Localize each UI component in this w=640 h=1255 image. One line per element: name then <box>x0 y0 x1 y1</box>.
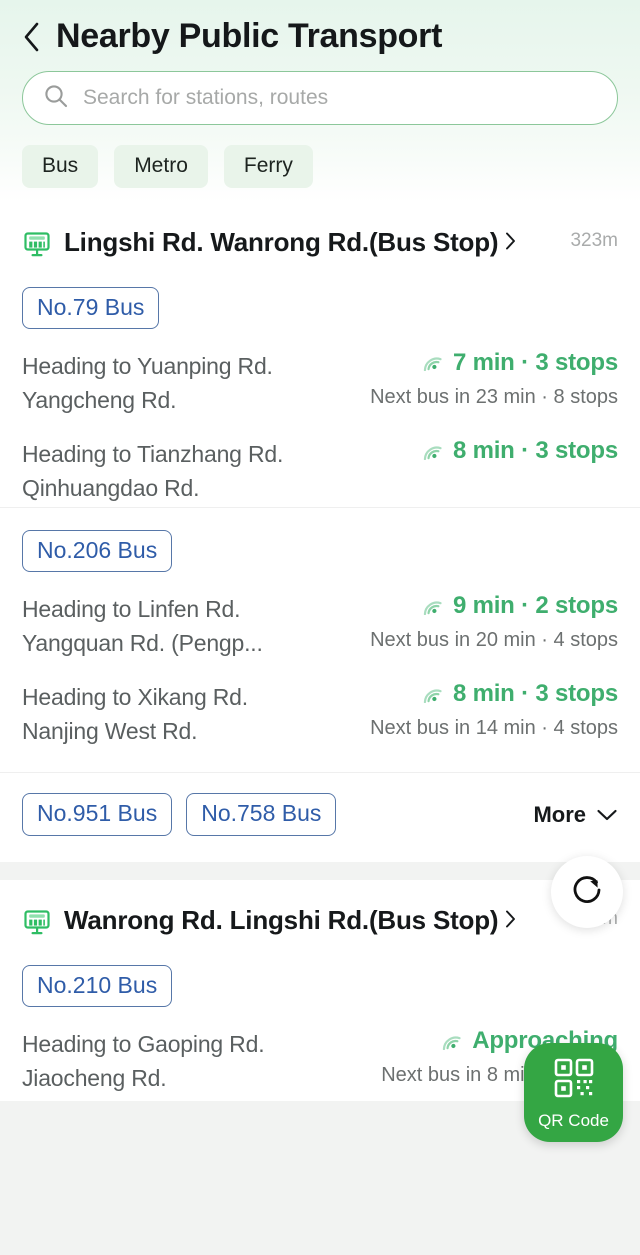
eta-text: 7 min · 3 stops <box>452 348 618 376</box>
bus-stop-icon <box>22 908 52 943</box>
title-bar: Nearby Public Transport <box>0 0 640 65</box>
chevron-down-icon <box>596 802 618 828</box>
route-badge[interactable]: No.210 Bus <box>22 964 173 1008</box>
direction-destination: Heading to Gaoping Rd. Jiaocheng Rd. <box>22 1031 265 1092</box>
page-header: Nearby Public Transport Bus Metro Ferry <box>0 0 640 202</box>
direction-row[interactable]: Heading to Yuanping Rd. Yangcheng Rd. 7 … <box>0 329 640 417</box>
signal-arc-icon <box>421 593 445 620</box>
station-header[interactable]: Lingshi Rd. Wanrong Rd.(Bus Stop) 323m <box>0 202 640 265</box>
chevron-right-icon <box>504 902 517 939</box>
eta-line: 8 min · 3 stops <box>337 437 618 465</box>
station-name-text: Wanrong Rd. Lingshi Rd.(Bus Stop) <box>64 904 499 935</box>
bus-stop-icon <box>22 230 52 265</box>
station-header[interactable]: Wanrong Rd. Lingshi Rd.(Bus Stop) 329m <box>0 880 640 943</box>
filter-chips: Bus Metro Ferry <box>0 125 640 188</box>
direction-destination: Heading to Linfen Rd. Yangquan Rd. (Peng… <box>22 596 263 657</box>
eta-text: 9 min · 2 stops <box>452 592 618 620</box>
search-input[interactable] <box>83 86 597 111</box>
eta-text: 8 min · 3 stops <box>452 437 618 464</box>
search-icon <box>43 83 69 114</box>
qr-code-button[interactable]: QR Code <box>524 1043 623 1142</box>
chevron-right-icon <box>504 224 517 261</box>
page-title: Nearby Public Transport <box>56 17 443 55</box>
direction-destination: Heading to Xikang Rd. Nanjing West Rd. <box>22 684 248 745</box>
station-footer: No.951 Bus No.758 Bus More <box>0 772 640 857</box>
direction-timing: 8 min · 3 stops <box>337 437 618 471</box>
filter-chip-metro[interactable]: Metro <box>114 145 208 188</box>
eta-line: 9 min · 2 stops <box>337 592 618 620</box>
route-badge[interactable]: No.758 Bus <box>186 793 337 836</box>
signal-arc-icon <box>421 438 445 465</box>
direction-destination: Heading to Tianzhang Rd. Qinhuangdao Rd. <box>22 441 284 502</box>
direction-timing: 7 min · 3 stops Next bus in 23 min · 8 s… <box>337 349 618 412</box>
eta-text: 8 min · 3 stops <box>452 680 618 708</box>
direction-row[interactable]: Heading to Tianzhang Rd. Qinhuangdao Rd. <box>0 417 640 505</box>
more-button[interactable]: More <box>533 802 618 828</box>
chevron-left-icon <box>21 21 41 53</box>
eta-line: 8 min · 3 stops <box>337 680 618 708</box>
direction-timing: 9 min · 2 stops Next bus in 20 min · 4 s… <box>337 592 618 655</box>
route-group: No.206 Bus Heading to Linfen Rd. Yangqua… <box>0 507 640 750</box>
route-badge-row: No.206 Bus <box>0 508 640 573</box>
route-badge[interactable]: No.79 Bus <box>22 286 160 329</box>
card-separator <box>0 861 640 880</box>
signal-arc-icon <box>421 349 445 376</box>
search-container <box>0 65 640 126</box>
qr-code-label: QR Code <box>538 1111 609 1130</box>
filter-chip-ferry[interactable]: Ferry <box>223 145 313 188</box>
footer-route-badges: No.951 Bus No.758 Bus <box>22 793 337 836</box>
filter-chip-bus[interactable]: Bus <box>22 145 99 188</box>
station-name: Lingshi Rd. Wanrong Rd.(Bus Stop) <box>64 224 558 261</box>
next-bus-text: Next bus in 20 min · 4 stops <box>370 629 618 652</box>
route-badge[interactable]: No.206 Bus <box>22 530 173 573</box>
station-name-text: Lingshi Rd. Wanrong Rd.(Bus Stop) <box>64 226 499 257</box>
route-badge-row: No.79 Bus <box>0 265 640 329</box>
station-list: Lingshi Rd. Wanrong Rd.(Bus Stop) 323m N… <box>0 201 640 1102</box>
station-name: Wanrong Rd. Lingshi Rd.(Bus Stop) <box>64 902 558 939</box>
direction-destination: Heading to Yuanping Rd. Yangcheng Rd. <box>22 352 273 413</box>
route-badge[interactable]: No.951 Bus <box>22 793 173 836</box>
qr-code-icon <box>552 1056 596 1105</box>
direction-row[interactable]: Heading to Xikang Rd. Nanjing West Rd. 8… <box>0 660 640 748</box>
direction-row[interactable]: Heading to Linfen Rd. Yangquan Rd. (Peng… <box>0 572 640 660</box>
station-card: Lingshi Rd. Wanrong Rd.(Bus Stop) 323m N… <box>0 201 640 862</box>
route-group: No.79 Bus Heading to Yuanping Rd. Yangch… <box>0 265 640 507</box>
next-bus-text: Next bus in 14 min · 4 stops <box>370 717 618 740</box>
refresh-button[interactable] <box>551 856 623 928</box>
refresh-icon <box>566 869 608 916</box>
more-label: More <box>533 801 586 827</box>
station-distance: 323m <box>570 229 618 251</box>
signal-arc-icon <box>440 1028 464 1055</box>
search-bar[interactable] <box>22 71 618 126</box>
back-button[interactable] <box>20 20 42 54</box>
eta-line: 7 min · 3 stops <box>337 349 618 377</box>
signal-arc-icon <box>421 681 445 708</box>
route-badge-row: No.210 Bus <box>0 943 640 1008</box>
direction-timing: 8 min · 3 stops Next bus in 14 min · 4 s… <box>337 680 618 743</box>
next-bus-text: Next bus in 23 min · 8 stops <box>370 385 618 408</box>
